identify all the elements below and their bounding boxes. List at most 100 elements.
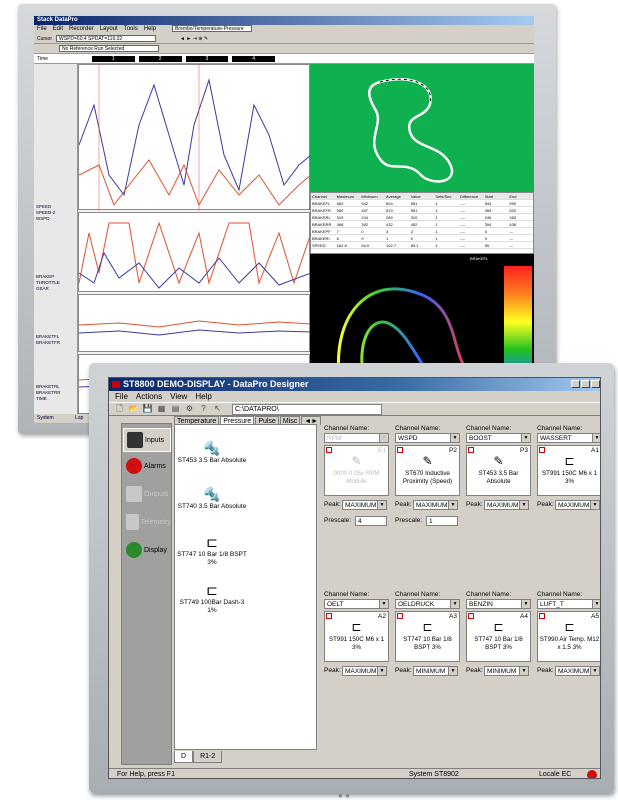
- table-row: BRAKEFL 683 542 604 651 1 ---- 544 590: [311, 200, 533, 207]
- sensor-card[interactable]: A1 ⊏ ST991 150C M6 x 1 3%: [537, 445, 600, 496]
- sensor-card[interactable]: P2 ✎ ST670 Inductive Proximity (Speed): [395, 445, 460, 496]
- alarm-status-icon: [587, 770, 597, 778]
- remove-icon[interactable]: [468, 613, 474, 619]
- channel-select[interactable]: LUFT_T: [537, 599, 600, 609]
- input-code: A4: [520, 613, 528, 620]
- channel-select[interactable]: WASSERT: [537, 433, 600, 443]
- table-cell: ----: [460, 222, 466, 227]
- sensor-card[interactable]: A3 ⊏ ST747 10 Bar 1/8 BSPT 3%: [395, 611, 460, 662]
- peak-select[interactable]: MAXIMUM: [413, 500, 458, 510]
- channel-name-label: Channel Name:: [395, 591, 441, 598]
- table-row: BRAKERL 319 244 289 310 1 ---- 246 283: [311, 214, 533, 221]
- remove-icon[interactable]: [326, 613, 332, 619]
- table-cell: 1: [435, 222, 438, 227]
- peak-label: Peak:: [537, 501, 554, 508]
- back-menu-item[interactable]: File: [37, 25, 47, 34]
- peak-select[interactable]: MAXIMUM: [555, 666, 600, 676]
- table-cell: ----: [460, 215, 466, 220]
- channel-select[interactable]: BENZIN: [466, 599, 531, 609]
- table-cell: 683: [336, 201, 344, 206]
- sensor-card[interactable]: A4 ⊏ ST747 10 Bar 1/8 BSPT 3%: [466, 611, 531, 662]
- sensor-name: ST990 Air Temp. M12 x 1.5 3%: [539, 636, 600, 651]
- col-header: End: [509, 194, 517, 199]
- cursor-label: Cursor: [37, 35, 53, 42]
- table-cell: 436: [509, 222, 517, 227]
- remove-icon[interactable]: [539, 613, 545, 619]
- table-cell: 468: [336, 222, 344, 227]
- table-cell: ----: [460, 229, 466, 234]
- channel-select[interactable]: OELT: [324, 599, 389, 609]
- peak-select[interactable]: MAXIMUM: [555, 500, 600, 510]
- peak-select[interactable]: MAXIMUM: [484, 500, 529, 510]
- channel-select[interactable]: RPM: [324, 433, 389, 443]
- sensor-name: ST453 3.5 Bar Absolute: [478, 470, 519, 485]
- layout-select[interactable]: Brembo/Temperature-Pressure: [172, 25, 253, 32]
- track-map[interactable]: [310, 64, 534, 192]
- temp-graph-1[interactable]: [78, 294, 312, 352]
- sensor-card[interactable]: A2 ⊏ ST991 150C M6 x 1 3%: [324, 611, 389, 662]
- channel-select[interactable]: OELDRUCK: [395, 599, 460, 609]
- table-cell: 520: [509, 208, 517, 213]
- table-cell: 1: [435, 215, 438, 220]
- back-menu-item[interactable]: Layout: [100, 25, 118, 34]
- input-code: A1: [591, 447, 599, 454]
- table-cell: BRAKEPF: [312, 229, 331, 234]
- table-cell: 55: [484, 243, 490, 248]
- table-cell: 0: [484, 236, 487, 241]
- brake-throttle-graph[interactable]: [78, 212, 312, 292]
- back-menu-item[interactable]: Tools: [124, 25, 138, 34]
- channel-name-label: Channel Name:: [324, 425, 370, 432]
- reference-run-select[interactable]: No Reference Run Selected: [59, 45, 159, 52]
- table-cell: ----: [460, 201, 466, 206]
- channel-name-label: Channel Name:: [537, 425, 583, 432]
- table-cell: 54.0: [361, 243, 370, 248]
- col-header: Value: [410, 194, 421, 199]
- peak-select[interactable]: MINIMUM: [484, 666, 529, 676]
- table-cell: 651: [410, 201, 418, 206]
- back-menu-item[interactable]: Help: [144, 25, 156, 34]
- table-row: BRAKEFR 550 457 519 551 1 ---- 459 520: [311, 207, 533, 214]
- prescale-input[interactable]: 4: [355, 516, 387, 526]
- speed-graph[interactable]: [78, 64, 312, 211]
- back-menu-item[interactable]: Edit: [53, 25, 63, 34]
- remove-icon[interactable]: [468, 447, 474, 453]
- back-menu-item[interactable]: Recorder: [69, 25, 94, 34]
- remove-icon[interactable]: [326, 447, 332, 453]
- table-cell: 542: [361, 201, 369, 206]
- connector-icon: ⊏: [351, 620, 362, 634]
- sensor-name: ST991 150C M6 x 1 3%: [541, 470, 598, 485]
- col-header: Channel: [312, 194, 327, 199]
- sensor-icon: ✎: [493, 454, 504, 468]
- connector-icon: ⊏: [564, 454, 575, 468]
- remove-icon[interactable]: [397, 613, 403, 619]
- sensor-name: ST670 Inductive Proximity (Speed): [402, 470, 453, 485]
- table-cell: 289: [386, 215, 393, 220]
- table-cell: 162.8: [336, 243, 347, 248]
- locale-status: Locale EC: [539, 771, 572, 778]
- back-tool-icons[interactable]: ◄ ► ⇥ ⊕ ✎: [180, 36, 208, 42]
- peak-select[interactable]: MAXIMUM: [342, 500, 387, 510]
- table-row: BRAKERR 468 392 432 452 1 ---- 394 436: [311, 221, 533, 228]
- cursor-value[interactable]: WSPD=60.4 SPDAT=116.02: [56, 35, 157, 42]
- sensor-card[interactable]: A5 ⊏ ST990 Air Temp. M12 x 1.5 3%: [537, 611, 600, 662]
- sensor-card[interactable]: P3 ✎ ST453 3.5 Bar Absolute: [466, 445, 531, 496]
- col-header: Start: [484, 194, 494, 199]
- peak-label: Peak:: [324, 501, 341, 508]
- remove-icon[interactable]: [539, 447, 545, 453]
- legend-item: TIME: [36, 396, 47, 401]
- channel-stats-table: Channel Maximum Minimum Average Value Sets/Se…: [310, 192, 534, 254]
- table-cell: 244: [361, 215, 369, 220]
- channel-select[interactable]: BOOST: [466, 433, 531, 443]
- sensor-card[interactable]: E1 ✎ 0000 0.05x RPM Module: [324, 445, 389, 496]
- remove-icon[interactable]: [397, 447, 403, 453]
- input-code: A3: [449, 613, 457, 620]
- peak-select[interactable]: MINIMUM: [413, 666, 458, 676]
- table-cell: 0: [361, 236, 364, 241]
- col-header: Average: [386, 194, 401, 199]
- channel-select[interactable]: WSPD: [395, 433, 460, 443]
- sensor-name: ST747 10 Bar 1/8 BSPT 3%: [474, 636, 523, 651]
- sensor-name: ST747 10 Bar 1/8 BSPT 3%: [403, 636, 452, 651]
- lap-tick: 2: [138, 55, 182, 62]
- prescale-input[interactable]: 1: [426, 516, 458, 526]
- peak-select[interactable]: MAXIMUM: [342, 666, 387, 676]
